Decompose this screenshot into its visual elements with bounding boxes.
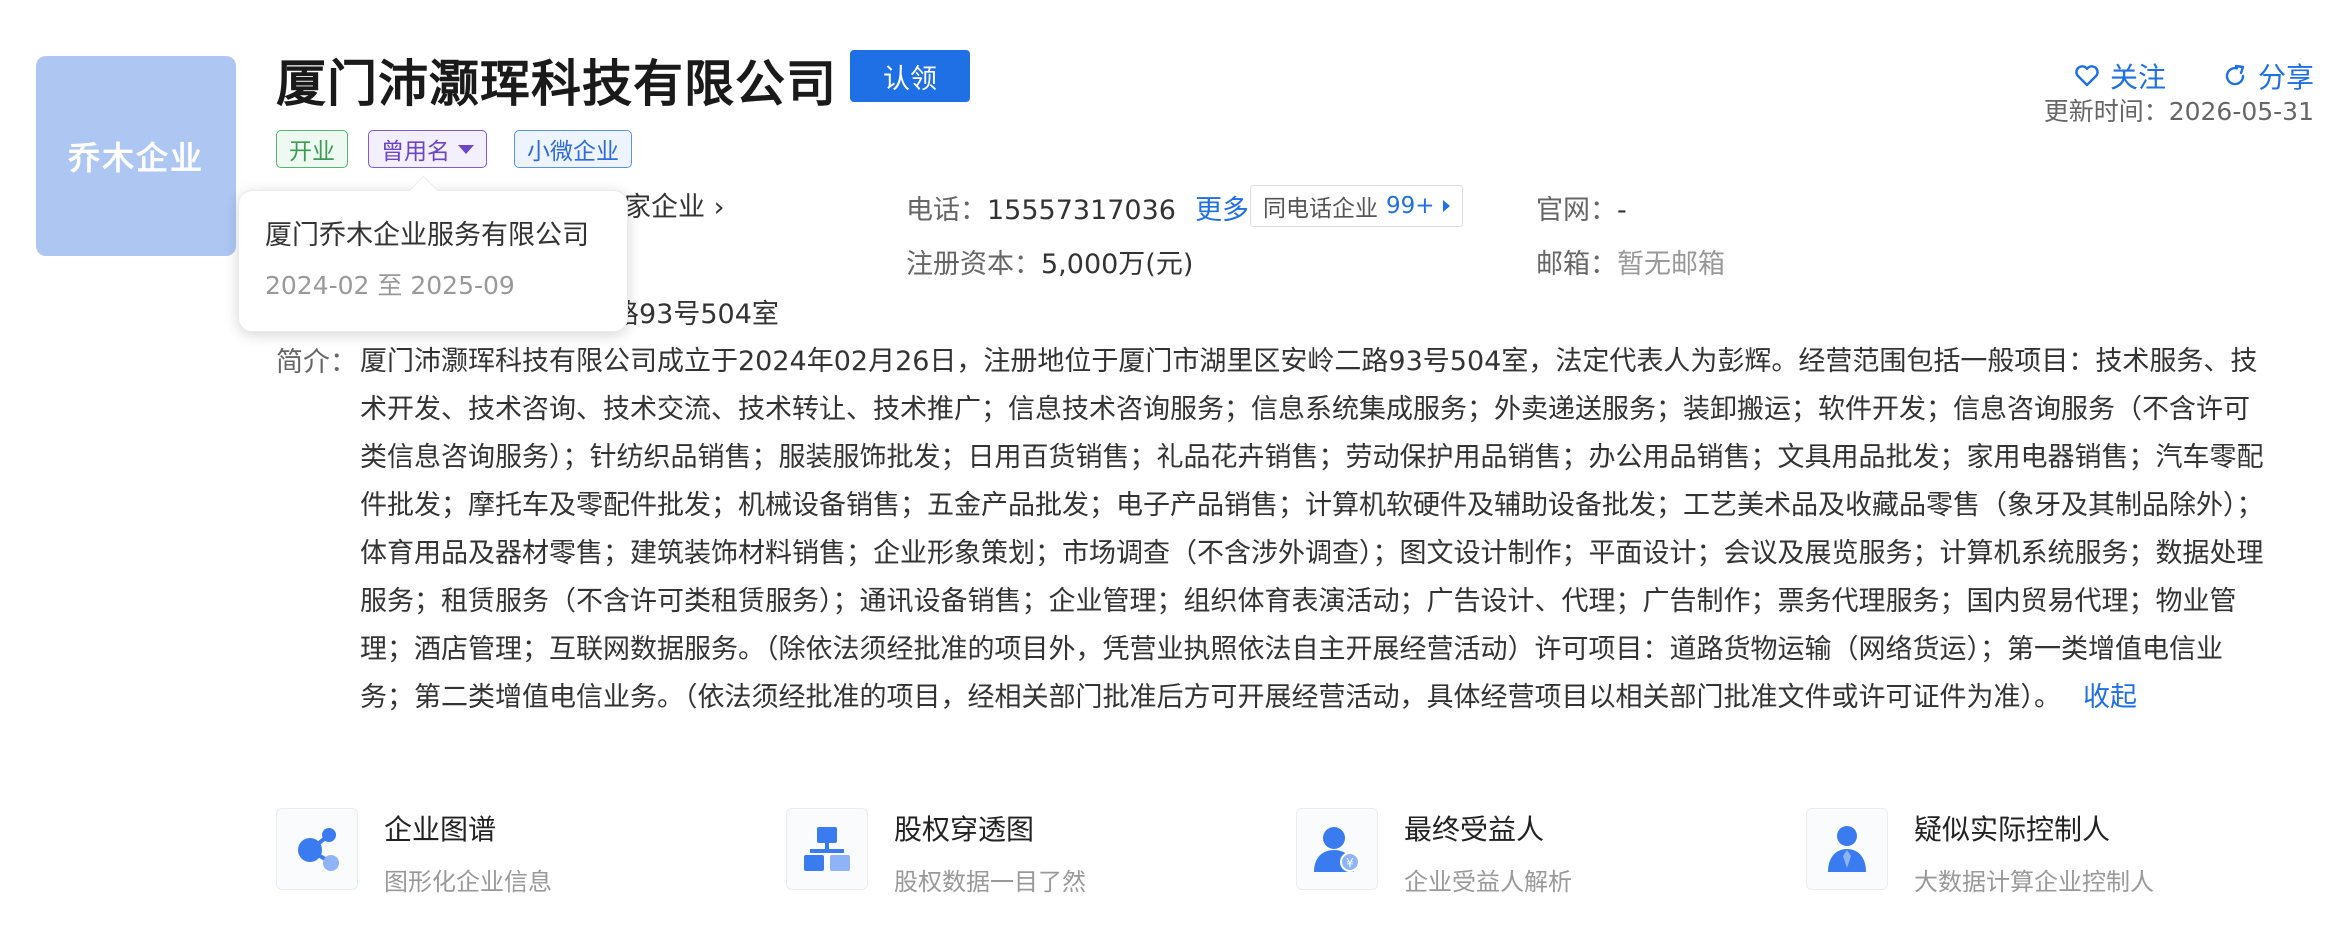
same-phone-companies-button[interactable]: 同电话企业 99+ <box>1250 185 1463 227</box>
feature-subtitle: 大数据计算企业控制人 <box>1914 868 2154 896</box>
feature-subtitle: 企业受益人解析 <box>1404 868 1572 896</box>
share-label: 分享 <box>2257 61 2314 94</box>
scale-badge-label: 小微企业 <box>527 139 619 165</box>
feature-icon-box <box>276 808 358 890</box>
former-name-dropdown[interactable]: 曾用名 <box>368 130 487 168</box>
caret-down-icon <box>458 144 474 154</box>
feature-card-equity[interactable]: 股权穿透图 股权数据一目了然 <box>786 808 1086 897</box>
address-partial: 路93号504室 <box>612 299 779 330</box>
feature-text: 最终受益人 企业受益人解析 <box>1404 808 1572 897</box>
beneficiary-icon: ¥ <box>1314 827 1360 872</box>
feature-icon-box <box>786 808 868 890</box>
status-badge-label: 开业 <box>289 139 335 165</box>
former-name-period: 2024-02 至 2025-09 <box>265 271 515 300</box>
feature-icon-box: ¥ <box>1296 808 1378 890</box>
svg-text:¥: ¥ <box>1346 856 1354 870</box>
scale-badge: 小微企业 <box>514 130 632 168</box>
feature-text: 疑似实际控制人 大数据计算企业控制人 <box>1914 808 2154 897</box>
email-label: 邮箱： <box>1536 249 1617 280</box>
feature-card-beneficiary[interactable]: ¥ 最终受益人 企业受益人解析 <box>1296 808 1572 897</box>
feature-subtitle: 股权数据一目了然 <box>894 868 1086 896</box>
popover-arrow <box>408 175 439 206</box>
header-actions: 关注 分享 <box>2074 56 2314 96</box>
legal-rep-partial[interactable]: 家企业 › <box>624 185 724 224</box>
phone-value: 15557317036 <box>987 195 1176 226</box>
follow-button[interactable]: 关注 <box>2074 56 2166 96</box>
share-button[interactable]: 分享 <box>2222 56 2314 96</box>
capital-row: 注册资本：5,000万(元) <box>906 242 1193 281</box>
chevron-right-icon: › <box>713 192 725 223</box>
former-name-label: 曾用名 <box>381 139 450 165</box>
feature-text: 企业图谱 图形化企业信息 <box>384 808 552 897</box>
feature-card-controller[interactable]: 疑似实际控制人 大数据计算企业控制人 <box>1806 808 2154 897</box>
phone-row: 电话：15557317036 更多 <box>906 188 1249 227</box>
controller-icon <box>1828 826 1866 872</box>
phone-label: 电话： <box>906 195 987 226</box>
website-row: 官网：- <box>1536 188 1627 227</box>
website-label: 官网： <box>1536 195 1617 226</box>
heart-icon <box>2075 65 2099 87</box>
email-row: 邮箱：暂无邮箱 <box>1536 242 1725 281</box>
equity-tree-icon <box>804 827 850 871</box>
feature-title: 企业图谱 <box>384 813 497 846</box>
feature-title: 最终受益人 <box>1404 813 1545 846</box>
caret-right-icon <box>1442 200 1450 212</box>
feature-subtitle: 图形化企业信息 <box>384 868 552 896</box>
feature-icon-box <box>1806 808 1888 890</box>
collapse-link[interactable]: 收起 <box>2083 682 2137 713</box>
description-text: 厦门沛灏珲科技有限公司成立于2024年02月26日，注册地位于厦门市湖里区安岭二… <box>360 338 2270 722</box>
feature-text: 股权穿透图 股权数据一目了然 <box>894 808 1086 897</box>
capital-value: 5,000万(元) <box>1041 249 1194 280</box>
company-name: 厦门沛灏珲科技有限公司 <box>276 55 837 113</box>
former-name-value: 厦门乔木企业服务有限公司 <box>265 220 589 251</box>
same-phone-label: 同电话企业 <box>1263 196 1378 222</box>
follow-label: 关注 <box>2109 61 2166 94</box>
update-time: 更新时间：2026-05-31 <box>2043 97 2314 126</box>
email-value: 暂无邮箱 <box>1617 249 1725 280</box>
feature-title: 疑似实际控制人 <box>1914 813 2111 846</box>
description-body: 厦门沛灏珲科技有限公司成立于2024年02月26日，注册地位于厦门市湖里区安岭二… <box>360 346 2264 713</box>
capital-label: 注册资本： <box>906 249 1041 280</box>
feature-card-graph[interactable]: 企业图谱 图形化企业信息 <box>276 808 552 897</box>
status-badge: 开业 <box>276 130 348 168</box>
legal-rep-text: 家企业 <box>624 192 705 223</box>
share-icon <box>2225 64 2245 86</box>
description-label: 简介： <box>276 347 357 378</box>
website-value: - <box>1617 195 1627 226</box>
feature-title: 股权穿透图 <box>894 813 1035 846</box>
graph-icon <box>298 828 339 871</box>
company-logo: 乔木企业 <box>36 56 236 256</box>
former-name-popover: 厦门乔木企业服务有限公司 2024-02 至 2025-09 <box>238 175 628 332</box>
phone-more-link[interactable]: 更多 <box>1195 195 1249 226</box>
same-phone-count: 99+ <box>1386 193 1435 219</box>
claim-button[interactable]: 认领 <box>850 50 970 102</box>
